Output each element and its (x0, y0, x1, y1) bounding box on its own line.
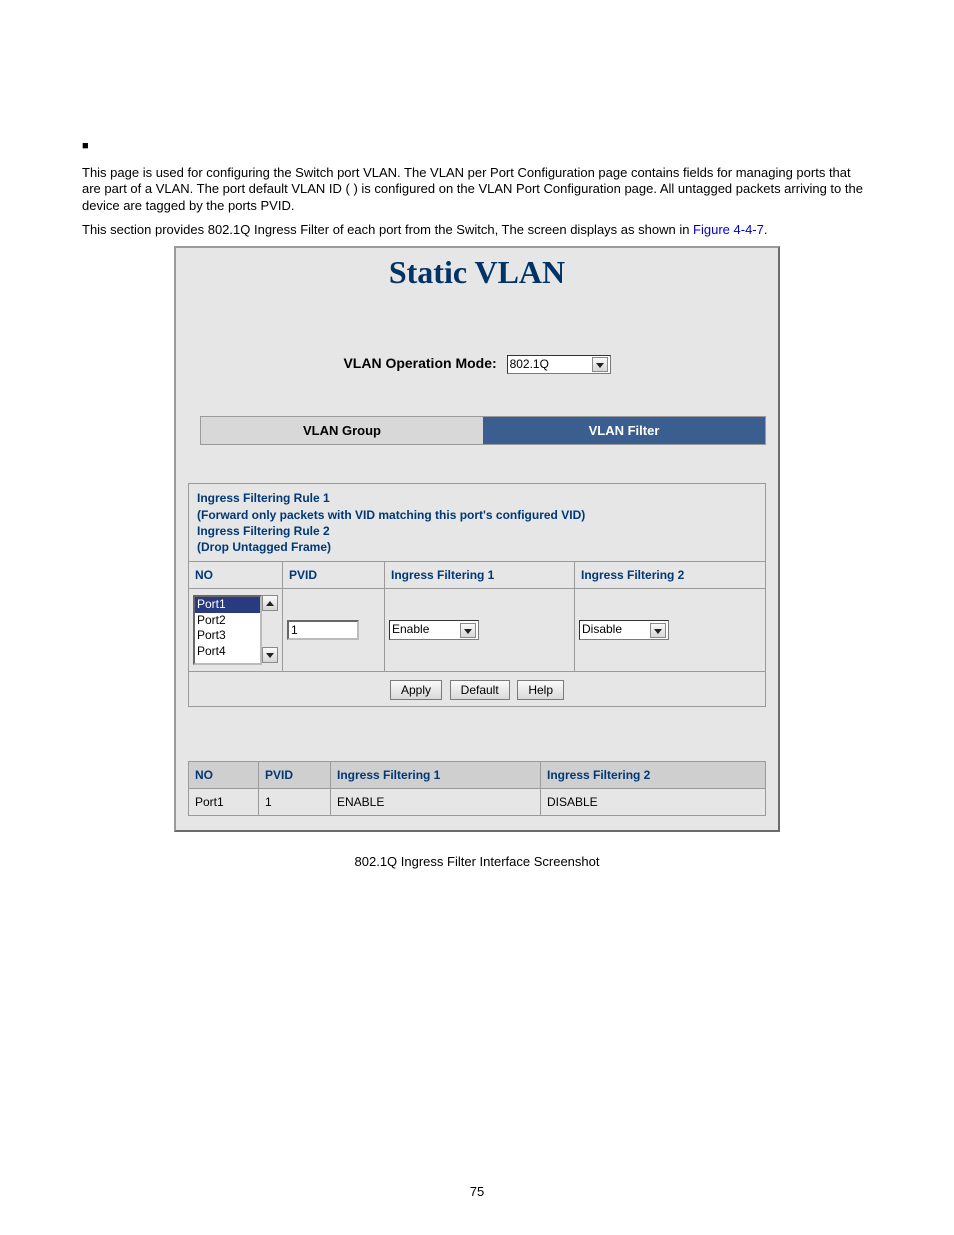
sum-pvid: 1 (259, 789, 331, 815)
tab-bar: VLAN Group VLAN Filter (200, 416, 766, 445)
sum-if1: ENABLE (331, 789, 541, 815)
sum-hdr-if2: Ingress Filtering 2 (541, 762, 765, 788)
filter-config-table: Ingress Filtering Rule 1 (Forward only p… (188, 483, 766, 707)
rule2-desc: (Drop Untagged Frame) (197, 539, 757, 555)
caption-text: 802.1Q Ingress Filter Interface Screensh… (355, 854, 600, 869)
tab-vlan-group[interactable]: VLAN Group (201, 417, 483, 444)
hdr-no: NO (189, 562, 283, 588)
vlan-mode-label: VLAN Operation Mode: (343, 355, 496, 371)
port-listbox[interactable]: Port1 Port2 Port3 Port4 (193, 595, 262, 665)
port-scrollbar[interactable] (262, 595, 278, 663)
vlan-mode-value: 802.1Q (510, 357, 590, 371)
panel-title: Static VLAN (176, 248, 778, 295)
page-number: 75 (0, 1184, 954, 1199)
sum-hdr-if1: Ingress Filtering 1 (331, 762, 541, 788)
if1-value: Enable (392, 622, 458, 636)
pvid-input[interactable] (287, 620, 359, 640)
figure-link[interactable]: Figure 4-4-7 (693, 222, 764, 237)
sum-hdr-no: NO (189, 762, 259, 788)
port-select-cell: Port1 Port2 Port3 Port4 (189, 589, 283, 671)
section-bullet: ■ (82, 140, 89, 152)
help-button[interactable]: Help (517, 680, 564, 700)
intro-paragraph-1: This page is used for configuring the Sw… (82, 165, 872, 214)
if2-select[interactable]: Disable (579, 620, 669, 639)
scroll-up-icon[interactable] (262, 595, 278, 611)
sum-hdr-pvid: PVID (259, 762, 331, 788)
button-row: Apply Default Help (189, 672, 765, 706)
port-option[interactable]: Port3 (195, 628, 260, 644)
rule1-desc: (Forward only packets with VID matching … (197, 507, 757, 523)
summary-header-row: NO PVID Ingress Filtering 1 Ingress Filt… (189, 762, 765, 789)
chevron-down-icon[interactable] (460, 623, 476, 638)
pvid-cell (283, 589, 385, 671)
rule1-title: Ingress Filtering Rule 1 (197, 490, 757, 506)
sum-if2: DISABLE (541, 789, 765, 815)
config-data-row: Port1 Port2 Port3 Port4 Enable (189, 589, 765, 672)
intro-paragraph-2: This section provides 802.1Q Ingress Fil… (82, 222, 872, 238)
intro-p2-b: . (764, 222, 768, 237)
port-option[interactable]: Port4 (195, 644, 260, 660)
intro-p2-a: This section provides 802.1Q Ingress Fil… (82, 222, 693, 237)
summary-table: NO PVID Ingress Filtering 1 Ingress Filt… (188, 761, 766, 816)
if2-value: Disable (582, 622, 648, 636)
hdr-if1: Ingress Filtering 1 (385, 562, 575, 588)
default-button[interactable]: Default (450, 680, 510, 700)
chevron-down-icon[interactable] (592, 357, 608, 372)
scroll-down-icon[interactable] (262, 647, 278, 663)
if2-cell: Disable (575, 589, 765, 671)
if1-select[interactable]: Enable (389, 620, 479, 639)
port-option[interactable]: Port1 (195, 597, 260, 613)
hdr-if2: Ingress Filtering 2 (575, 562, 765, 588)
sum-no: Port1 (189, 789, 259, 815)
chevron-down-icon[interactable] (650, 623, 666, 638)
tab-vlan-filter[interactable]: VLAN Filter (483, 417, 765, 444)
vlan-mode-select[interactable]: 802.1Q (507, 355, 611, 374)
apply-button[interactable]: Apply (390, 680, 442, 700)
vlan-mode-row: VLAN Operation Mode: 802.1Q (176, 295, 778, 416)
rule-descriptions: Ingress Filtering Rule 1 (Forward only p… (189, 484, 765, 561)
rule2-title: Ingress Filtering Rule 2 (197, 523, 757, 539)
config-header-row: NO PVID Ingress Filtering 1 Ingress Filt… (189, 561, 765, 589)
if1-cell: Enable (385, 589, 575, 671)
figure-caption: 802.1Q Ingress Filter Interface Screensh… (82, 854, 872, 869)
screenshot-panel: Static VLAN VLAN Operation Mode: 802.1Q … (174, 246, 780, 832)
port-option[interactable]: Port2 (195, 613, 260, 629)
hdr-pvid: PVID (283, 562, 385, 588)
summary-data-row: Port1 1 ENABLE DISABLE (189, 789, 765, 815)
